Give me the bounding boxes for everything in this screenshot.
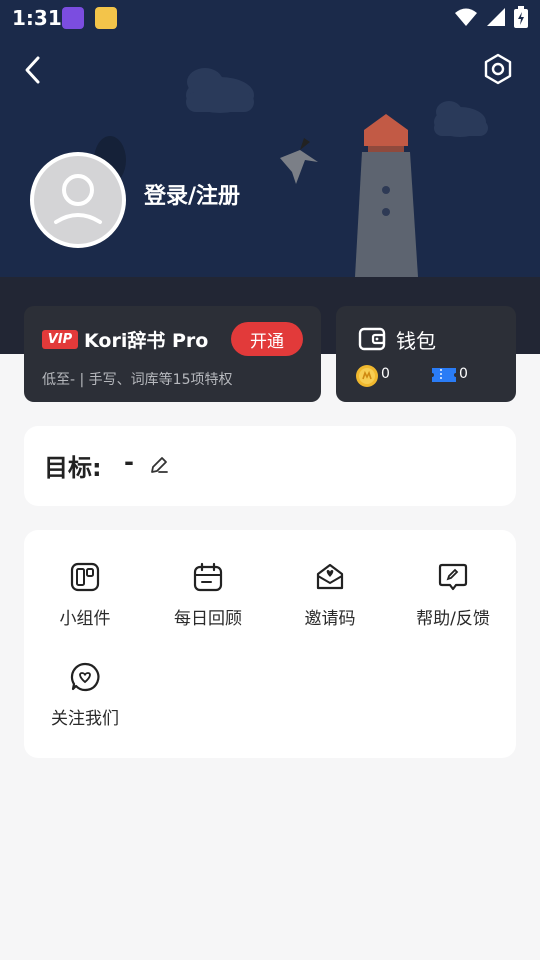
- feedback-icon: [438, 563, 468, 591]
- goal-label: 目标:: [44, 454, 102, 482]
- seagull: [280, 138, 318, 184]
- calendar-icon: [193, 562, 223, 592]
- battery-icon: [514, 6, 528, 28]
- vip-card[interactable]: VIP Kori辞书 Pro 开通 低至- | 手写、词库等15项特权: [24, 306, 321, 402]
- tools-card: 小组件 每日回顾 邀请码 帮助/反馈 关注我们: [24, 530, 516, 758]
- avatar[interactable]: [30, 152, 126, 248]
- tool-follow-us[interactable]: 关注我们: [30, 662, 140, 742]
- status-time: 1:31: [12, 6, 62, 30]
- profile-page: 1:31 登录/注册 VIP Kori辞书 Pro 开通 低至- | 手写、词库…: [0, 0, 540, 960]
- vip-badge: VIP: [42, 330, 78, 349]
- invite-icon: [316, 563, 344, 590]
- vip-description: 低至- | 手写、词库等15项特权: [42, 372, 233, 388]
- wallet-icon: [358, 327, 386, 351]
- wallet-card[interactable]: 钱包 0 0: [336, 306, 516, 402]
- weather-app-icon: [95, 7, 117, 29]
- coin-icon: [356, 365, 378, 387]
- gear-icon: [484, 53, 512, 85]
- wifi-icon: [455, 8, 477, 26]
- tool-widget[interactable]: 小组件: [30, 562, 140, 642]
- coin-count: 0: [381, 366, 390, 382]
- status-bar: 1:31: [0, 0, 540, 36]
- settings-button[interactable]: [480, 51, 516, 87]
- open-vip-button[interactable]: 开通: [231, 322, 303, 356]
- back-button[interactable]: [18, 52, 50, 88]
- status-indicators: [454, 6, 528, 28]
- tool-label: 每日回顾: [174, 609, 242, 629]
- tool-label: 小组件: [59, 609, 111, 629]
- edit-pencil-icon[interactable]: [148, 454, 170, 476]
- widget-icon: [70, 562, 100, 592]
- tool-daily-review[interactable]: 每日回顾: [153, 562, 263, 642]
- goal-card[interactable]: 目标: -: [24, 426, 516, 506]
- vip-title: Kori辞书 Pro: [84, 330, 209, 352]
- tool-label: 关注我们: [51, 709, 119, 729]
- default-user-icon: [54, 174, 102, 224]
- tool-help-feedback[interactable]: 帮助/反馈: [398, 562, 508, 642]
- wallet-label: 钱包: [396, 329, 436, 353]
- signal-icon: [487, 8, 505, 26]
- ticket-icon: [432, 368, 456, 382]
- hero-header: 1:31 登录/注册: [0, 0, 540, 354]
- tool-label: 邀请码: [304, 609, 356, 629]
- podcast-app-icon: [62, 7, 84, 29]
- follow-icon: [70, 662, 100, 692]
- login-register-link[interactable]: 登录/注册: [144, 178, 240, 210]
- tool-label: 帮助/反馈: [416, 609, 490, 629]
- lighthouse: [355, 114, 418, 277]
- chevron-left-icon: [25, 56, 40, 84]
- tool-invite-code[interactable]: 邀请码: [275, 562, 385, 642]
- ticket-count: 0: [459, 366, 468, 382]
- goal-value: -: [124, 448, 134, 476]
